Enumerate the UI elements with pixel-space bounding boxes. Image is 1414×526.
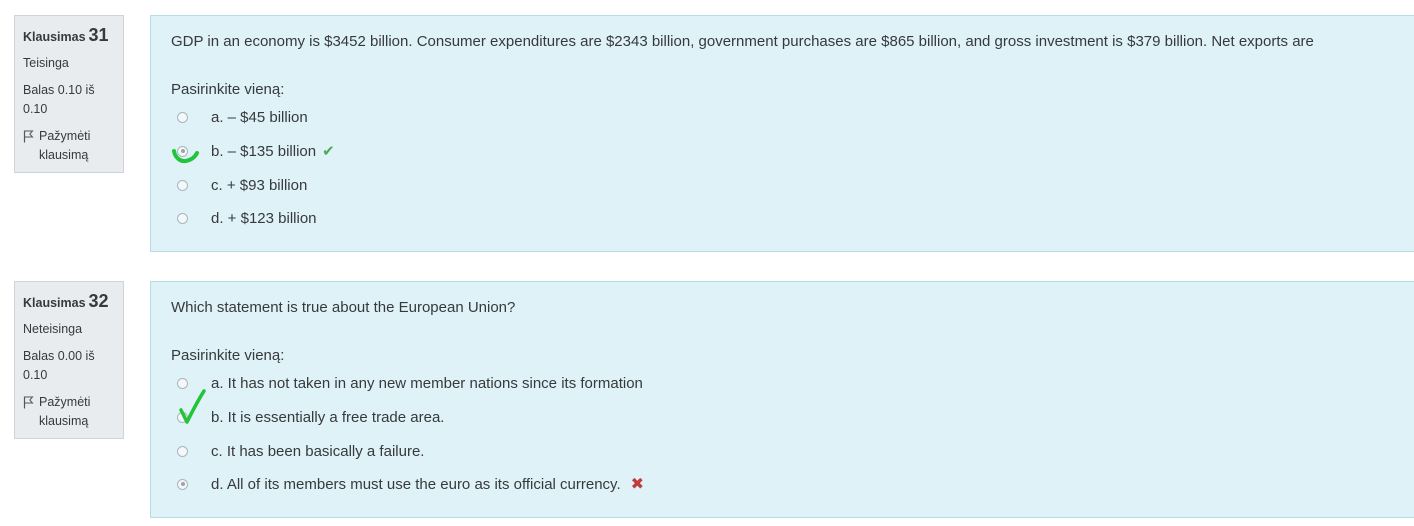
question-number-value: 31 [88, 25, 109, 45]
answer-option-b[interactable]: b. It is essentially a free trade area. [171, 400, 444, 434]
question-number: Klausimas 31 [23, 25, 109, 45]
answer-label: c. + $93 billion [211, 176, 308, 194]
question-info-31: Klausimas 31 Teisinga Balas 0.10 iš 0.10 … [14, 15, 124, 173]
correct-check-icon: ✔ [322, 143, 335, 160]
answer-prompt: Pasirinkite vieną: [171, 81, 285, 98]
radio-button[interactable] [177, 212, 188, 224]
answer-label: a. – $45 billion [211, 108, 308, 126]
flag-question-link[interactable]: Pažymėti klausimą [23, 127, 115, 165]
question-text: GDP in an economy is $3452 billion. Cons… [171, 33, 1314, 50]
flag-icon [23, 396, 34, 409]
answer-option-c[interactable]: c. It has been basically a failure. [171, 434, 424, 468]
incorrect-x-icon: ✖ [630, 476, 645, 493]
answer-option-a[interactable]: a. It has not taken in any new member na… [171, 366, 643, 400]
question-grade: Balas 0.00 iš 0.10 [23, 349, 95, 382]
question-content-32: Which statement is true about the Europe… [150, 281, 1414, 518]
flag-question-link[interactable]: Pažymėti klausimą [23, 393, 115, 431]
answer-prompt: Pasirinkite vieną: [171, 347, 285, 364]
answer-label: c. It has been basically a failure. [211, 442, 425, 460]
answer-option-d[interactable]: d. + $123 billion [171, 201, 317, 235]
radio-button-selected[interactable] [177, 478, 188, 490]
radio-button[interactable] [177, 445, 188, 457]
radio-button[interactable] [177, 377, 188, 389]
answer-label: b. – $135 billion [211, 142, 317, 160]
question-text: Which statement is true about the Europe… [171, 299, 516, 316]
question-number-value: 32 [88, 291, 109, 311]
answer-option-d[interactable]: d. All of its members must use the euro … [171, 467, 644, 501]
answer-label: a. It has not taken in any new member na… [211, 374, 643, 392]
answer-label: d. All of its members must use the euro … [211, 475, 621, 493]
question-info-32: Klausimas 32 Neteisinga Balas 0.00 iš 0.1… [14, 281, 124, 439]
question-state: Neteisinga [23, 322, 83, 336]
question-grade: Balas 0.10 iš 0.10 [23, 83, 95, 116]
handwritten-check-icon [179, 389, 206, 424]
flag-icon [23, 130, 34, 143]
radio-button[interactable] [177, 179, 188, 191]
answer-option-a[interactable]: a. – $45 billion [171, 100, 308, 134]
answer-label: d. + $123 billion [211, 209, 317, 227]
answer-label: b. It is essentially a free trade area. [211, 408, 445, 426]
question-state: Teisinga [23, 56, 69, 70]
handwritten-mark-icon [172, 149, 199, 164]
question-content-31: GDP in an economy is $3452 billion. Cons… [150, 15, 1414, 252]
radio-button[interactable] [177, 111, 188, 123]
question-number: Klausimas 32 [23, 291, 109, 311]
